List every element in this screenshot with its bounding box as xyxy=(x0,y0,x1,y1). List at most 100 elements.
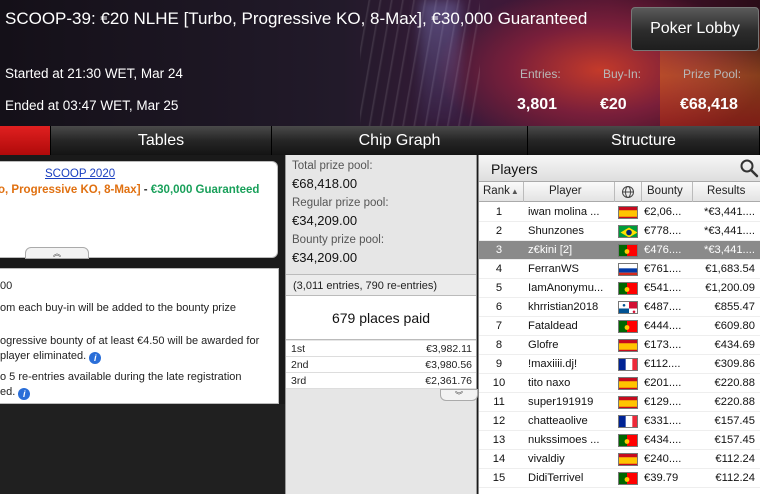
info-icon[interactable]: i xyxy=(18,388,31,400)
player-result: *€3,441.... xyxy=(703,206,755,218)
player-name: nukssimoes ... xyxy=(528,434,600,446)
player-row[interactable]: 12 chatteaolive €331.... €157.45 xyxy=(479,412,760,431)
players-panel: Players Rank▲ Player Bounty Results 1 iwa… xyxy=(478,155,760,494)
brazil-flag-icon xyxy=(618,225,638,238)
buyin-label: Buy-In: xyxy=(603,67,642,81)
player-row[interactable]: 11 super191919 €129.... €220.88 xyxy=(479,393,760,412)
double-chevron-down-icon: ︾ xyxy=(455,390,463,400)
left-background xyxy=(0,404,285,494)
players-column-header: Rank▲ Player Bounty Results xyxy=(479,182,760,202)
rank-column-header[interactable]: Rank▲ xyxy=(483,185,519,197)
guarantee-text: €30,000 Guaranteed xyxy=(150,184,260,196)
player-name: tito naxo xyxy=(528,377,571,389)
tab-structure[interactable]: Structure xyxy=(528,126,760,155)
portugal-flag-icon xyxy=(618,282,638,295)
collapse-info-button[interactable]: ︽ xyxy=(25,247,89,259)
player-rank: 2 xyxy=(495,225,503,237)
info-icon[interactable]: i xyxy=(89,352,102,364)
globe-icon[interactable] xyxy=(621,185,635,199)
player-rank: 15 xyxy=(492,472,506,484)
player-row[interactable]: 1 iwan molina ... €2,06... *€3,441.... xyxy=(479,203,760,222)
rank-column-label: Rank xyxy=(483,185,510,197)
players-header: Players xyxy=(479,155,760,182)
player-row[interactable]: 8 Glofre €173.... €434.69 xyxy=(479,336,760,355)
detail-line: 00 xyxy=(0,280,13,292)
detail-line: ogressive bounty of at least €4.50 will … xyxy=(0,335,260,347)
regular-prize-value: €34,209.00 xyxy=(292,213,358,228)
player-row[interactable]: 5 IamAnonymu... €541.... €1,200.09 xyxy=(479,279,760,298)
player-row[interactable]: 9 !maxiiii.dj! €112.... €309.86 xyxy=(479,355,760,374)
results-column-header[interactable]: Results xyxy=(707,185,745,197)
player-rank: 10 xyxy=(492,377,506,389)
entries-label: Entries: xyxy=(520,67,561,81)
spain-flag-icon xyxy=(618,396,638,409)
player-result: €1,200.09 xyxy=(705,282,755,294)
spain-flag-icon xyxy=(618,377,638,390)
player-rank: 12 xyxy=(492,415,506,427)
player-name: super191919 xyxy=(528,396,594,408)
detail-line: om each buy-in will be added to the boun… xyxy=(0,302,237,314)
column-divider xyxy=(614,182,615,202)
tab-bar: Tables Chip Graph Structure xyxy=(0,126,760,155)
player-result: €434.69 xyxy=(714,339,755,351)
places-paid: 679 places paid xyxy=(286,296,476,340)
players-title: Players xyxy=(491,161,538,177)
player-bounty: €434.... xyxy=(644,434,682,446)
column-divider xyxy=(523,182,524,202)
player-row[interactable]: 4 FerranWS €761.... €1,683.54 xyxy=(479,260,760,279)
player-bounty: €541.... xyxy=(644,282,682,294)
player-row[interactable]: 2 Shunzones €778.... *€3,441.... xyxy=(479,222,760,241)
player-bounty: €476.... xyxy=(644,244,682,256)
player-row[interactable]: 3 z€kini [2] €476.... *€3,441.... xyxy=(479,241,760,260)
tab-tables[interactable]: Tables xyxy=(51,126,272,155)
tab-chip-graph[interactable]: Chip Graph xyxy=(272,126,528,155)
player-result: *€3,441.... xyxy=(703,225,755,237)
entries-breakdown: (3,011 entries, 790 re-entries) xyxy=(286,274,476,296)
tournament-name-separator: - xyxy=(140,184,151,196)
player-bounty: €39.79 xyxy=(644,472,679,484)
search-icon[interactable] xyxy=(739,158,759,178)
player-name: vivaldiy xyxy=(528,453,565,465)
spain-flag-icon xyxy=(618,206,638,219)
player-row[interactable]: 6 khrristian2018 €487.... €855.47 xyxy=(479,298,760,317)
bounty-column-header[interactable]: Bounty xyxy=(647,185,683,197)
detail-line: ed. i xyxy=(0,386,31,400)
column-divider xyxy=(641,182,642,202)
spain-flag-icon xyxy=(618,339,638,352)
tournament-info-box xyxy=(0,161,278,258)
expand-payouts-button[interactable]: ︾ xyxy=(440,389,478,401)
player-result: €309.86 xyxy=(714,358,755,370)
scoop-series-link[interactable]: SCOOP 2020 xyxy=(45,168,115,180)
player-name: DidiTerrivel xyxy=(528,472,584,484)
detail-line: player eliminated. i xyxy=(0,350,102,364)
detail-text: player eliminated. xyxy=(0,350,87,362)
payout-amount: €3,980.56 xyxy=(425,358,472,371)
player-row[interactable]: 7 Fataldead €444.... €609.80 xyxy=(479,317,760,336)
payout-table: 1st €3,982.11 2nd €3,980.56 3rd €2,361.76 xyxy=(286,341,476,389)
player-rank: 5 xyxy=(495,282,503,294)
player-row[interactable]: 10 tito naxo €201.... €220.88 xyxy=(479,374,760,393)
player-rank: 4 xyxy=(495,263,503,275)
players-list: 1 iwan molina ... €2,06... *€3,441.... 2 Shun… xyxy=(479,203,760,488)
payout-row: 2nd €3,980.56 xyxy=(286,357,476,373)
tab-info[interactable] xyxy=(0,126,51,155)
player-row[interactable]: 13 nukssimoes ... €434.... €157.45 xyxy=(479,431,760,450)
player-row[interactable]: 14 vivaldiy €240.... €112.24 xyxy=(479,450,760,469)
russia-flag-icon xyxy=(618,263,638,276)
player-name: iwan molina ... xyxy=(528,206,600,218)
player-rank: 11 xyxy=(493,396,505,408)
player-result: €112.24 xyxy=(715,472,755,484)
player-result: €157.45 xyxy=(714,415,755,427)
tournament-title: SCOOP-39: €20 NLHE [Turbo, Progressive K… xyxy=(5,9,588,28)
panama-flag-icon xyxy=(618,301,638,314)
player-bounty: €444.... xyxy=(644,320,682,332)
total-prize-label: Total prize pool: xyxy=(292,160,373,172)
total-prize-value: €68,418.00 xyxy=(292,176,358,191)
player-row[interactable]: 15 DidiTerrivel €39.79 €112.24 xyxy=(479,469,760,488)
player-bounty: €129.... xyxy=(644,396,682,408)
player-result: €112.24 xyxy=(715,453,755,465)
player-result: €1,683.54 xyxy=(705,263,755,275)
poker-lobby-button[interactable]: Poker Lobby xyxy=(631,7,759,51)
player-result: €855.47 xyxy=(714,301,755,313)
player-column-header[interactable]: Player xyxy=(549,185,582,197)
